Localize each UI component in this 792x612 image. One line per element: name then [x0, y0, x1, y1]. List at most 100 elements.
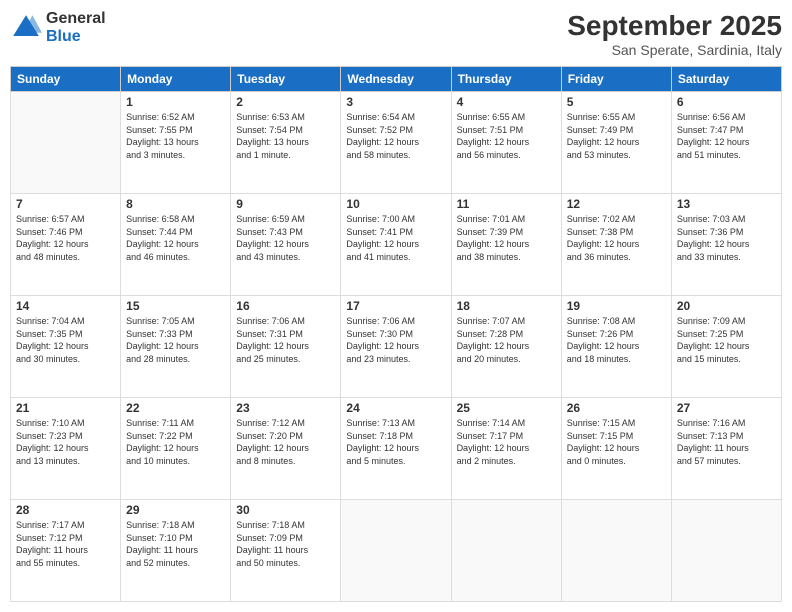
- calendar-cell: 28 Sunrise: 7:17 AM Sunset: 7:12 PM Dayli…: [11, 500, 121, 602]
- day-number: 2: [236, 95, 335, 109]
- logo-general-text: General: [46, 10, 106, 28]
- calendar-cell: [341, 500, 451, 602]
- day-number: 19: [567, 299, 666, 313]
- day-info: Sunrise: 7:11 AM Sunset: 7:22 PM Dayligh…: [126, 417, 225, 467]
- calendar-cell: 3 Sunrise: 6:54 AM Sunset: 7:52 PM Daylig…: [341, 92, 451, 194]
- day-number: 18: [457, 299, 556, 313]
- day-number: 30: [236, 503, 335, 517]
- calendar-cell: 1 Sunrise: 6:52 AM Sunset: 7:55 PM Daylig…: [121, 92, 231, 194]
- day-info: Sunrise: 6:59 AM Sunset: 7:43 PM Dayligh…: [236, 213, 335, 263]
- day-number: 4: [457, 95, 556, 109]
- calendar-cell: 22 Sunrise: 7:11 AM Sunset: 7:22 PM Dayli…: [121, 398, 231, 500]
- calendar-week-row: 28 Sunrise: 7:17 AM Sunset: 7:12 PM Dayli…: [11, 500, 782, 602]
- day-number: 16: [236, 299, 335, 313]
- col-wednesday: Wednesday: [341, 67, 451, 92]
- calendar-cell: 20 Sunrise: 7:09 AM Sunset: 7:25 PM Dayli…: [671, 296, 781, 398]
- calendar-week-row: 21 Sunrise: 7:10 AM Sunset: 7:23 PM Dayli…: [11, 398, 782, 500]
- calendar-cell: 5 Sunrise: 6:55 AM Sunset: 7:49 PM Daylig…: [561, 92, 671, 194]
- calendar-cell: 24 Sunrise: 7:13 AM Sunset: 7:18 PM Dayli…: [341, 398, 451, 500]
- day-number: 8: [126, 197, 225, 211]
- logo: General Blue: [10, 10, 106, 45]
- day-number: 14: [16, 299, 115, 313]
- calendar-table: Sunday Monday Tuesday Wednesday Thursday…: [10, 66, 782, 602]
- calendar-cell: 15Sunrise: 7:05 AM Sunset: 7:33 PM Dayli…: [121, 296, 231, 398]
- day-info: Sunrise: 6:57 AM Sunset: 7:46 PM Dayligh…: [16, 213, 115, 263]
- day-number: 17: [346, 299, 445, 313]
- day-info: Sunrise: 7:02 AM Sunset: 7:38 PM Dayligh…: [567, 213, 666, 263]
- col-monday: Monday: [121, 67, 231, 92]
- day-info: Sunrise: 7:03 AM Sunset: 7:36 PM Dayligh…: [677, 213, 776, 263]
- calendar-cell: [11, 92, 121, 194]
- col-friday: Friday: [561, 67, 671, 92]
- calendar-cell: 25 Sunrise: 7:14 AM Sunset: 7:17 PM Dayli…: [451, 398, 561, 500]
- day-info: Sunrise: 6:54 AM Sunset: 7:52 PM Dayligh…: [346, 111, 445, 161]
- day-info: Sunrise: 6:52 AM Sunset: 7:55 PM Dayligh…: [126, 111, 225, 161]
- title-block: September 2025 San Sperate, Sardinia, It…: [567, 10, 782, 58]
- calendar-cell: 18 Sunrise: 7:07 AM Sunset: 7:28 PM Dayli…: [451, 296, 561, 398]
- day-info: Sunrise: 6:55 AM Sunset: 7:49 PM Dayligh…: [567, 111, 666, 161]
- day-number: 29: [126, 503, 225, 517]
- calendar-cell: 6 Sunrise: 6:56 AM Sunset: 7:47 PM Daylig…: [671, 92, 781, 194]
- month-title: September 2025: [567, 10, 782, 42]
- day-number: 9: [236, 197, 335, 211]
- day-info: Sunrise: 7:05 AM Sunset: 7:33 PM Dayligh…: [126, 315, 225, 365]
- calendar-cell: 11 Sunrise: 7:01 AM Sunset: 7:39 PM Dayli…: [451, 194, 561, 296]
- day-number: 25: [457, 401, 556, 415]
- day-number: 23: [236, 401, 335, 415]
- calendar-week-row: 1 Sunrise: 6:52 AM Sunset: 7:55 PM Daylig…: [11, 92, 782, 194]
- calendar-cell: 17Sunrise: 7:06 AM Sunset: 7:30 PM Dayli…: [341, 296, 451, 398]
- calendar-cell: 14 Sunrise: 7:04 AM Sunset: 7:35 PM Dayli…: [11, 296, 121, 398]
- day-info: Sunrise: 7:16 AM Sunset: 7:13 PM Dayligh…: [677, 417, 776, 467]
- day-info: Sunrise: 7:07 AM Sunset: 7:28 PM Dayligh…: [457, 315, 556, 365]
- calendar-cell: 29Sunrise: 7:18 AM Sunset: 7:10 PM Dayli…: [121, 500, 231, 602]
- day-info: Sunrise: 7:14 AM Sunset: 7:17 PM Dayligh…: [457, 417, 556, 467]
- calendar-week-row: 7 Sunrise: 6:57 AM Sunset: 7:46 PM Daylig…: [11, 194, 782, 296]
- calendar-cell: [671, 500, 781, 602]
- day-number: 24: [346, 401, 445, 415]
- logo-text: General Blue: [46, 10, 106, 45]
- calendar-cell: 13 Sunrise: 7:03 AM Sunset: 7:36 PM Dayli…: [671, 194, 781, 296]
- day-info: Sunrise: 7:04 AM Sunset: 7:35 PM Dayligh…: [16, 315, 115, 365]
- day-number: 1: [126, 95, 225, 109]
- logo-blue-text: Blue: [46, 28, 106, 46]
- day-info: Sunrise: 7:10 AM Sunset: 7:23 PM Dayligh…: [16, 417, 115, 467]
- calendar-cell: 12 Sunrise: 7:02 AM Sunset: 7:38 PM Dayli…: [561, 194, 671, 296]
- day-info: Sunrise: 7:06 AM Sunset: 7:31 PM Dayligh…: [236, 315, 335, 365]
- day-number: 7: [16, 197, 115, 211]
- day-number: 13: [677, 197, 776, 211]
- calendar-cell: 19 Sunrise: 7:08 AM Sunset: 7:26 PM Dayli…: [561, 296, 671, 398]
- calendar-cell: 7 Sunrise: 6:57 AM Sunset: 7:46 PM Daylig…: [11, 194, 121, 296]
- calendar-cell: 10Sunrise: 7:00 AM Sunset: 7:41 PM Dayli…: [341, 194, 451, 296]
- calendar-week-row: 14 Sunrise: 7:04 AM Sunset: 7:35 PM Dayli…: [11, 296, 782, 398]
- day-info: Sunrise: 7:12 AM Sunset: 7:20 PM Dayligh…: [236, 417, 335, 467]
- calendar-cell: 27 Sunrise: 7:16 AM Sunset: 7:13 PM Dayli…: [671, 398, 781, 500]
- col-thursday: Thursday: [451, 67, 561, 92]
- calendar-cell: 21 Sunrise: 7:10 AM Sunset: 7:23 PM Dayli…: [11, 398, 121, 500]
- day-number: 26: [567, 401, 666, 415]
- day-info: Sunrise: 7:00 AM Sunset: 7:41 PM Dayligh…: [346, 213, 445, 263]
- calendar-cell: 8 Sunrise: 6:58 AM Sunset: 7:44 PM Daylig…: [121, 194, 231, 296]
- day-number: 28: [16, 503, 115, 517]
- day-info: Sunrise: 7:18 AM Sunset: 7:09 PM Dayligh…: [236, 519, 335, 569]
- day-number: 6: [677, 95, 776, 109]
- day-info: Sunrise: 7:15 AM Sunset: 7:15 PM Dayligh…: [567, 417, 666, 467]
- day-info: Sunrise: 6:58 AM Sunset: 7:44 PM Dayligh…: [126, 213, 225, 263]
- day-info: Sunrise: 7:17 AM Sunset: 7:12 PM Dayligh…: [16, 519, 115, 569]
- day-number: 5: [567, 95, 666, 109]
- day-info: Sunrise: 7:08 AM Sunset: 7:26 PM Dayligh…: [567, 315, 666, 365]
- day-number: 22: [126, 401, 225, 415]
- day-number: 20: [677, 299, 776, 313]
- day-info: Sunrise: 7:01 AM Sunset: 7:39 PM Dayligh…: [457, 213, 556, 263]
- day-number: 11: [457, 197, 556, 211]
- day-info: Sunrise: 7:13 AM Sunset: 7:18 PM Dayligh…: [346, 417, 445, 467]
- day-info: Sunrise: 7:09 AM Sunset: 7:25 PM Dayligh…: [677, 315, 776, 365]
- col-tuesday: Tuesday: [231, 67, 341, 92]
- day-info: Sunrise: 6:53 AM Sunset: 7:54 PM Dayligh…: [236, 111, 335, 161]
- day-info: Sunrise: 6:56 AM Sunset: 7:47 PM Dayligh…: [677, 111, 776, 161]
- day-number: 27: [677, 401, 776, 415]
- day-number: 21: [16, 401, 115, 415]
- page: General Blue September 2025 San Sperate,…: [0, 0, 792, 612]
- calendar-cell: 9 Sunrise: 6:59 AM Sunset: 7:43 PM Daylig…: [231, 194, 341, 296]
- day-number: 12: [567, 197, 666, 211]
- day-number: 3: [346, 95, 445, 109]
